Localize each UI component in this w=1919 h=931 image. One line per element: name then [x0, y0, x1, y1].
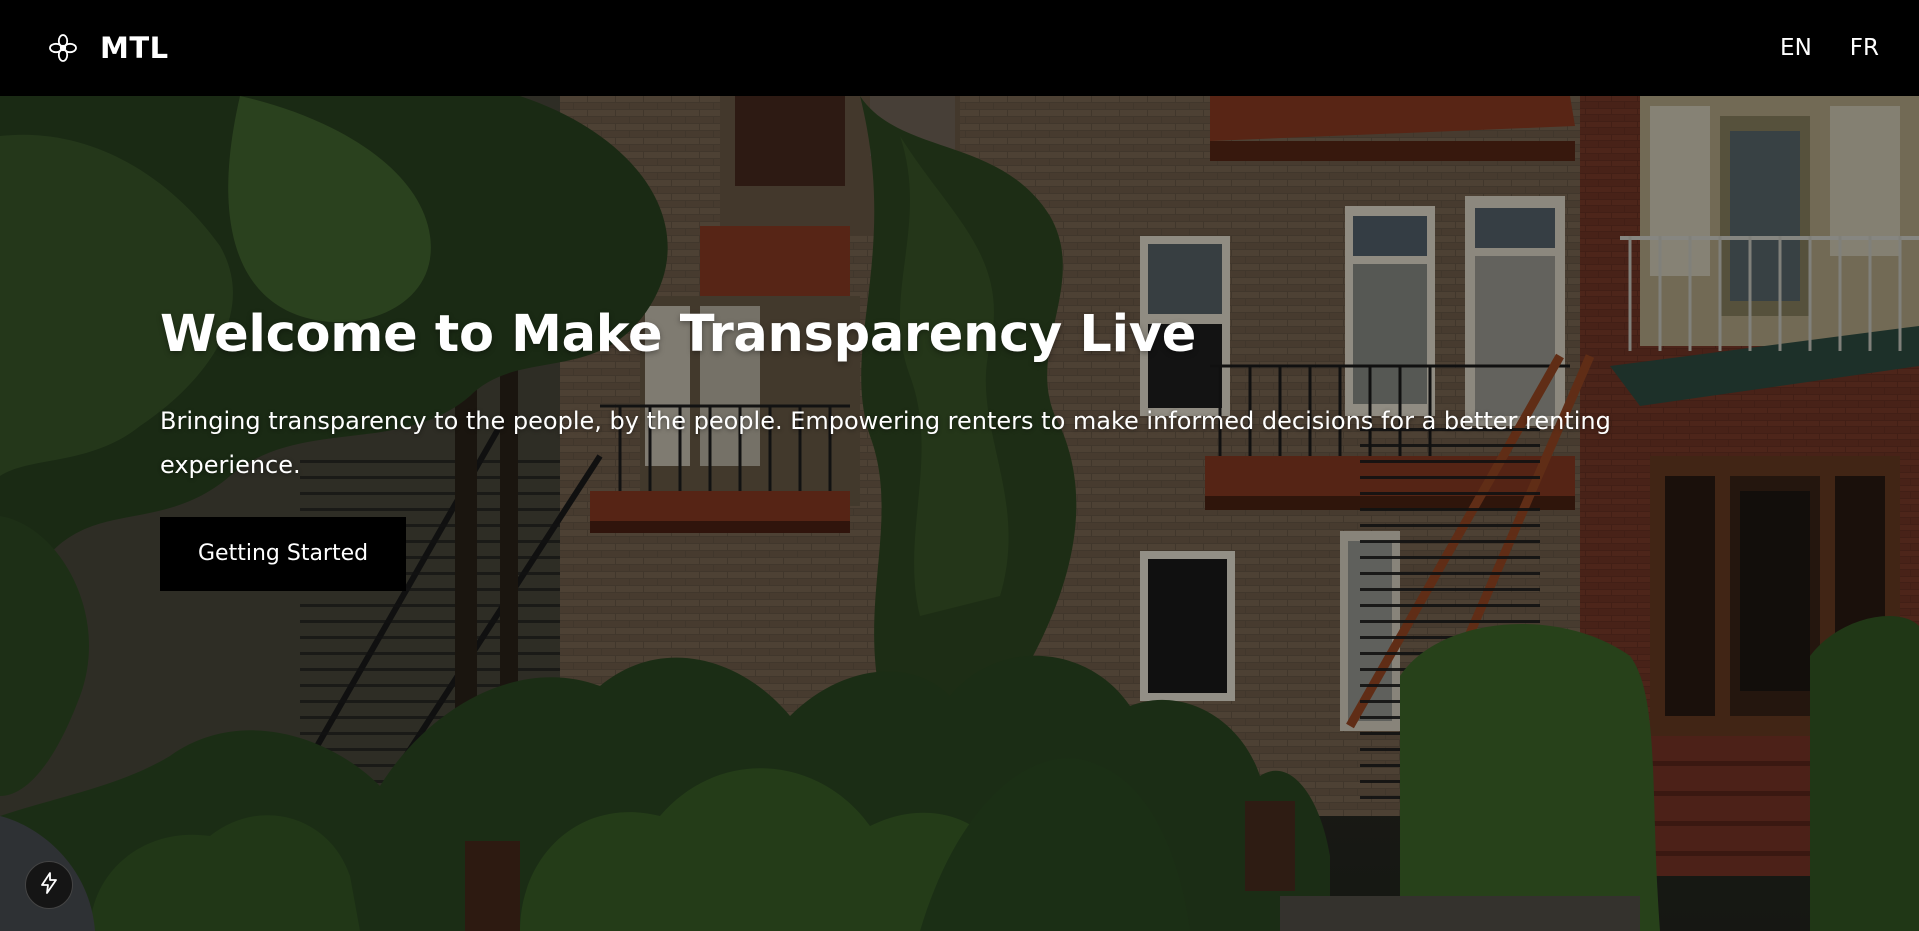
- hero-title: Welcome to Make Transparency Live: [160, 305, 1197, 364]
- language-switcher: EN FR: [1780, 35, 1879, 61]
- language-option-fr[interactable]: FR: [1850, 35, 1879, 61]
- brand-link[interactable]: MTL: [48, 31, 169, 65]
- hero-section: Welcome to Make Transparency Live Bringi…: [0, 96, 1919, 931]
- hero-subtitle: Bringing transparency to the people, by …: [160, 406, 1611, 479]
- flower-logo-icon: [48, 33, 78, 63]
- top-navbar: MTL EN FR: [0, 0, 1919, 96]
- hero-content: Welcome to Make Transparency Live Bringi…: [160, 305, 1680, 591]
- language-option-en[interactable]: EN: [1780, 35, 1812, 61]
- lightning-bolt-icon: [38, 871, 60, 899]
- quick-action-button[interactable]: [25, 861, 73, 909]
- getting-started-button[interactable]: Getting Started: [160, 516, 407, 591]
- brand-name: MTL: [100, 31, 169, 65]
